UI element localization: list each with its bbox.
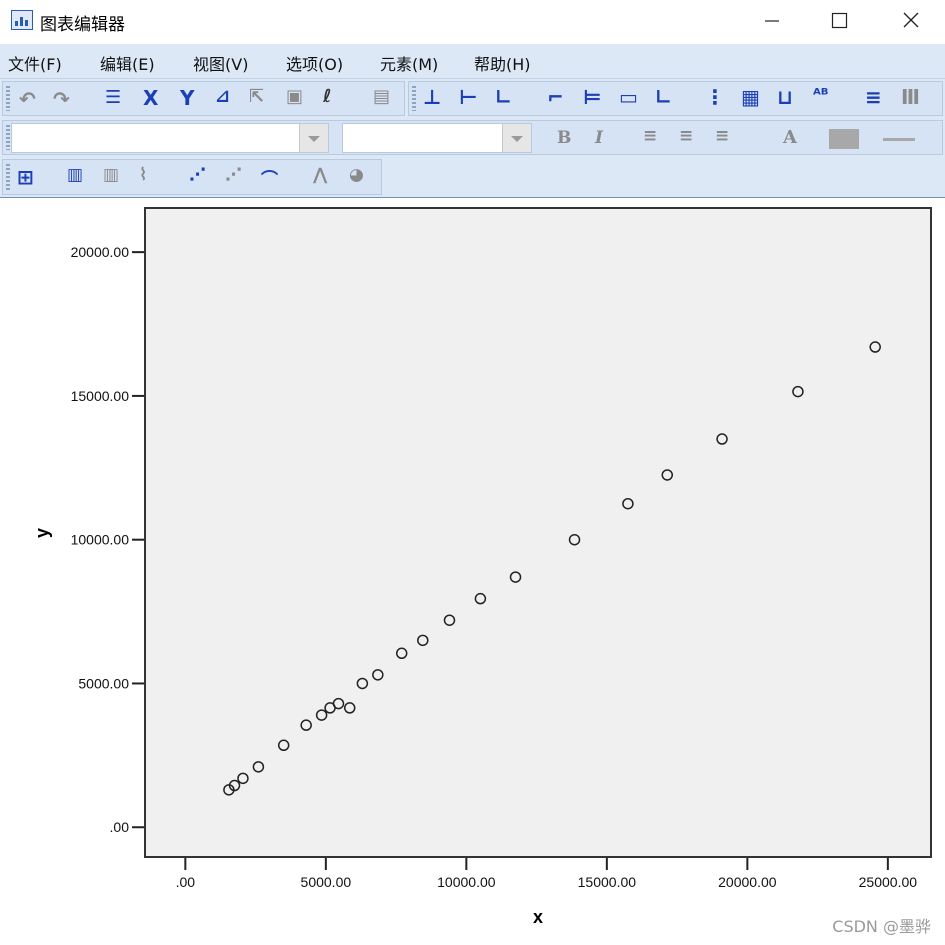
data-point[interactable]: [300, 719, 312, 731]
x-tick-label: 5000.00: [301, 874, 352, 890]
y-tick-label: 15000.00: [71, 388, 130, 404]
data-point[interactable]: [356, 677, 369, 690]
x-axis[interactable]: .00 5000.00 10000.00 15000.00 20000.00 25000.…: [176, 858, 918, 890]
data-point[interactable]: [417, 634, 429, 647]
data-point[interactable]: [792, 385, 804, 398]
y-tick-label: 20000.00: [71, 244, 130, 260]
data-point[interactable]: [372, 669, 384, 681]
y-tick-label: .00: [110, 819, 130, 835]
x-tick-label: 20000.00: [718, 874, 777, 890]
y-axis-label[interactable]: y: [32, 528, 52, 538]
data-point[interactable]: [332, 697, 345, 710]
data-points: [223, 341, 881, 796]
data-point[interactable]: [315, 709, 328, 721]
y-tick-label: 10000.00: [71, 532, 130, 548]
data-point[interactable]: [716, 433, 728, 445]
data-point[interactable]: [343, 702, 356, 714]
x-tick-label: 25000.00: [859, 874, 918, 890]
data-point[interactable]: [622, 497, 634, 510]
y-tick-label: 5000.00: [78, 675, 129, 691]
watermark-text: CSDN @墨骅: [832, 917, 931, 936]
data-point[interactable]: [661, 469, 674, 481]
data-point[interactable]: [443, 614, 456, 626]
y-axis[interactable]: .00 5000.00 10000.00 15000.00 20000.00: [71, 244, 144, 835]
data-point[interactable]: [277, 739, 290, 752]
data-point[interactable]: [509, 571, 522, 583]
data-point[interactable]: [237, 772, 249, 785]
data-point[interactable]: [568, 533, 581, 546]
data-point[interactable]: [395, 647, 408, 660]
x-tick-label: 10000.00: [437, 874, 496, 890]
data-point[interactable]: [474, 592, 487, 605]
x-tick-label: 15000.00: [578, 874, 637, 890]
x-tick-label: .00: [176, 874, 196, 890]
data-point[interactable]: [869, 341, 881, 353]
x-axis-label[interactable]: x: [533, 907, 543, 927]
data-point[interactable]: [252, 761, 265, 773]
scatter-plot: .00 5000.00 10000.00 15000.00 20000.00 .00 50…: [32, 244, 918, 927]
